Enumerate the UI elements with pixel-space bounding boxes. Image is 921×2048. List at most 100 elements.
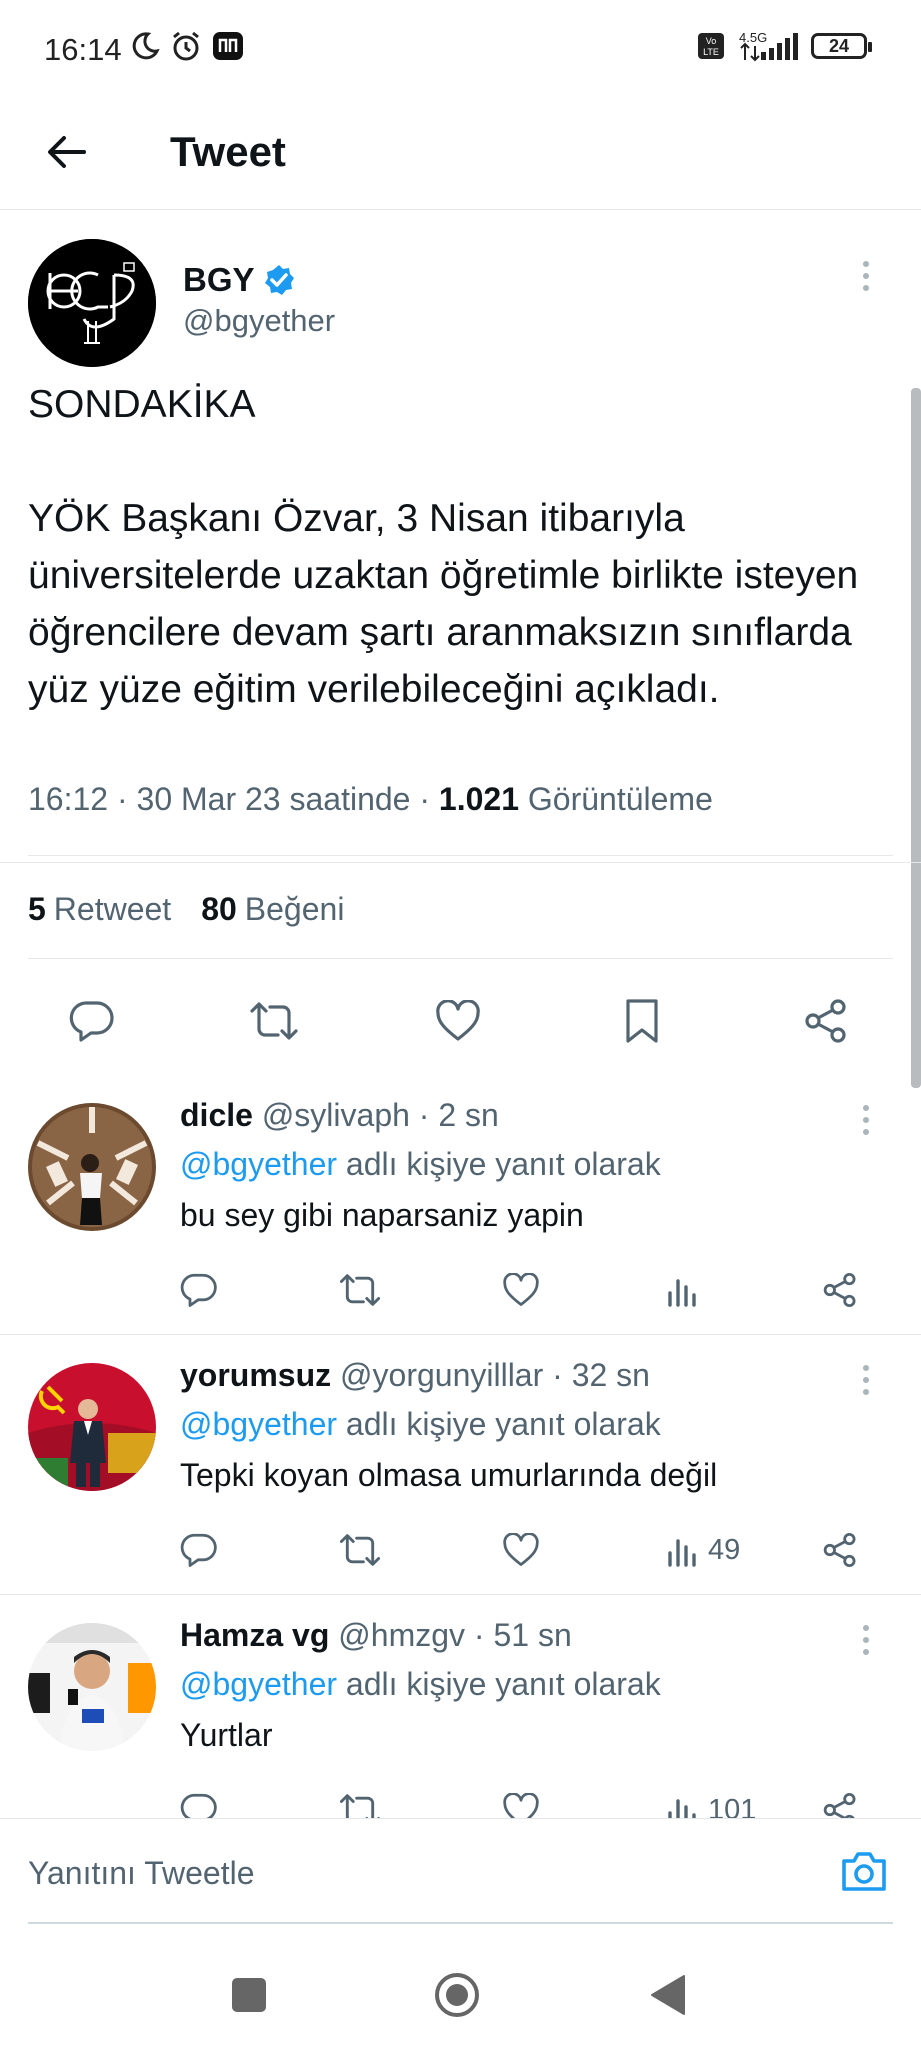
reply-author-handle[interactable]: @sylivaph <box>262 1097 410 1133</box>
verified-badge-icon <box>263 264 295 296</box>
retweet-icon <box>338 1273 382 1307</box>
replying-to: @bgyether adlı kişiye yanıt olarak <box>180 1406 661 1443</box>
more-vertical-icon <box>860 1103 872 1137</box>
camera-icon <box>840 1849 890 1893</box>
like-button[interactable] <box>502 1525 540 1575</box>
alarm-icon <box>170 30 202 62</box>
retweet-stat[interactable]: 5 Retweet <box>28 891 171 928</box>
arrow-left-icon <box>46 134 86 170</box>
more-vertical-icon <box>860 1363 872 1397</box>
recent-apps-button[interactable] <box>224 1970 274 2020</box>
svg-text:Vo: Vo <box>706 36 717 46</box>
heart-icon <box>435 1000 481 1042</box>
reply-tweet[interactable]: yorumsuz @yorgunyilllar · 32 sn @bgyethe… <box>0 1335 921 1595</box>
divider <box>0 862 921 863</box>
reply-author-handle[interactable]: @yorgunyilllar <box>340 1357 543 1393</box>
reply-actions <box>180 1265 880 1315</box>
reply-actions: 49 <box>180 1525 880 1575</box>
share-button[interactable] <box>796 991 856 1051</box>
retweet-button[interactable] <box>338 1265 382 1315</box>
avatar[interactable] <box>28 1623 156 1751</box>
reply-header: yorumsuz @yorgunyilllar · 32 sn <box>180 1357 650 1394</box>
share-button[interactable] <box>822 1525 858 1575</box>
author-handle[interactable]: @bgyether <box>183 303 335 339</box>
home-circle-icon <box>433 1971 481 2019</box>
share-icon <box>822 1532 858 1568</box>
reply-button[interactable] <box>180 1265 218 1315</box>
analytics-icon <box>666 1533 700 1567</box>
tweet-stats: 5 Retweet 80 Beğeni <box>28 891 344 928</box>
reply-text: Yurtlar <box>180 1717 273 1753</box>
reply-time: · 32 sn <box>552 1357 650 1393</box>
tweet-actions <box>28 991 893 1051</box>
reply-tweet[interactable]: Hamza vg @hmzgv · 51 sn @bgyether adlı k… <box>0 1595 921 1855</box>
status-left-icons <box>130 30 244 62</box>
reply-text: Tepki koyan olmasa umurlarında değil <box>180 1457 718 1493</box>
mention-link[interactable]: @bgyether <box>180 1146 337 1182</box>
reply-time: · 51 sn <box>473 1617 572 1653</box>
network-label: 4.5G <box>739 30 767 45</box>
reply-author-name[interactable]: Hamza vg <box>180 1617 329 1653</box>
views-count: 1.021 <box>438 781 519 817</box>
reply-button[interactable] <box>62 991 122 1051</box>
reply-compose-bar: Yanıtını Tweetle <box>0 1818 921 1926</box>
triangle-back-icon <box>648 1973 686 2017</box>
views-button[interactable] <box>666 1265 708 1315</box>
like-button[interactable] <box>428 991 488 1051</box>
header: Tweet <box>0 100 921 210</box>
views-label: Görüntüleme <box>527 781 713 817</box>
reply-icon <box>69 999 115 1043</box>
avatar[interactable] <box>28 1363 156 1491</box>
reply-author-name[interactable]: yorumsuz <box>180 1357 331 1393</box>
system-navigation-bar <box>0 1926 921 2048</box>
back-nav-button[interactable] <box>642 1970 692 2020</box>
mention-link[interactable]: @bgyether <box>180 1406 337 1442</box>
moon-icon <box>130 31 160 61</box>
tweet-meta: 16:12 · 30 Mar 23 saatinde · 1.021 Görün… <box>28 781 713 817</box>
tweet-time: 16:12 <box>28 781 109 817</box>
battery-indicator: 24 <box>811 33 872 59</box>
more-options-button[interactable] <box>860 1363 872 1397</box>
reply-author-handle[interactable]: @hmzgv <box>338 1617 465 1653</box>
scrollbar[interactable] <box>911 388 921 1088</box>
mi-app-icon <box>212 31 244 61</box>
share-button[interactable] <box>822 1265 858 1315</box>
back-button[interactable] <box>40 126 92 178</box>
bookmark-button[interactable] <box>612 991 672 1051</box>
replying-to: @bgyether adlı kişiye yanıt olarak <box>180 1146 661 1183</box>
reply-header: Hamza vg @hmzgv · 51 sn <box>180 1617 572 1654</box>
retweet-icon <box>248 1001 300 1041</box>
more-options-button[interactable] <box>860 1623 872 1657</box>
like-count: 80 <box>201 891 237 927</box>
retweet-icon <box>338 1533 382 1567</box>
reply-tweet[interactable]: dicle @sylivaph · 2 sn @bgyether adlı ki… <box>0 1075 921 1335</box>
like-button[interactable] <box>502 1265 540 1315</box>
tweet-body: YÖK Başkanı Özvar, 3 Nisan itibarıyla ün… <box>28 497 859 711</box>
reply-input[interactable]: Yanıtını Tweetle <box>28 1855 255 1892</box>
divider <box>28 958 893 959</box>
status-time: 16:14 <box>44 32 122 67</box>
retweet-button[interactable] <box>244 991 304 1051</box>
reply-icon <box>180 1532 218 1568</box>
more-options-button[interactable] <box>860 259 872 293</box>
camera-button[interactable] <box>840 1849 890 1897</box>
tweet-headline: SONDAKİKA <box>28 383 256 426</box>
replying-to-label: adlı kişiye yanıt olarak <box>345 1406 661 1442</box>
reply-text: bu sey gibi naparsaniz yapin <box>180 1197 584 1233</box>
home-button[interactable] <box>432 1970 482 2020</box>
reply-author-name[interactable]: dicle <box>180 1097 253 1133</box>
avatar[interactable] <box>28 239 156 367</box>
retweet-button[interactable] <box>338 1525 382 1575</box>
page-title: Tweet <box>170 128 286 175</box>
replying-to-label: adlı kişiye yanıt olarak <box>345 1666 661 1702</box>
more-vertical-icon <box>860 1623 872 1657</box>
author-name[interactable]: BGY <box>183 261 295 299</box>
reply-button[interactable] <box>180 1525 218 1575</box>
more-vertical-icon <box>860 259 872 293</box>
views-button[interactable]: 49 <box>666 1525 740 1575</box>
more-options-button[interactable] <box>860 1103 872 1137</box>
input-underline <box>28 1922 893 1924</box>
avatar[interactable] <box>28 1103 156 1231</box>
like-stat[interactable]: 80 Beğeni <box>201 891 344 928</box>
mention-link[interactable]: @bgyether <box>180 1666 337 1702</box>
